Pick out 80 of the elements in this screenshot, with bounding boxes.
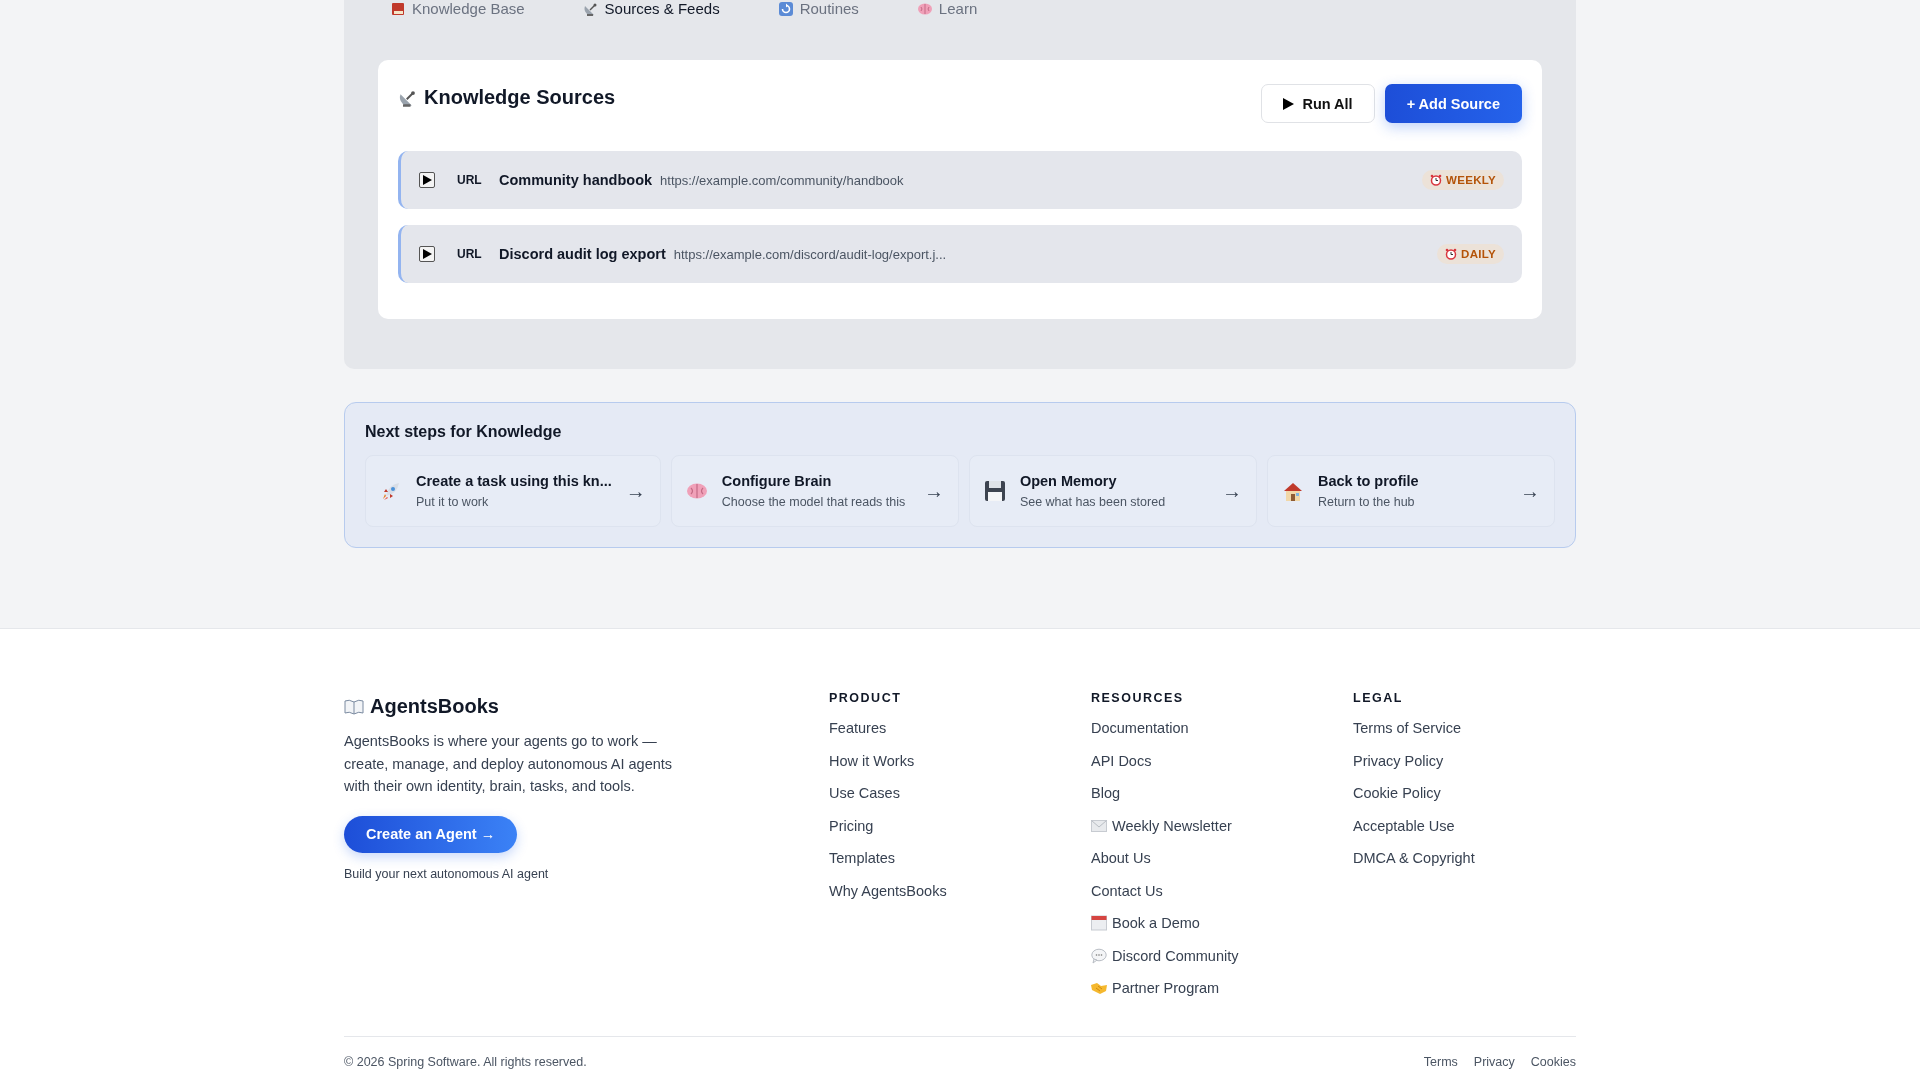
footer-link[interactable]: Cookie Policy [1353, 784, 1576, 803]
step-subtitle: Put it to work [416, 495, 490, 509]
step-title: Create a task using this kn... [416, 473, 612, 489]
footer-link[interactable]: Documentation [1091, 719, 1353, 738]
tab[interactable]: Knowledge Base [390, 0, 525, 18]
handshake-icon [1091, 981, 1107, 996]
footer-link[interactable]: Privacy Policy [1353, 751, 1576, 770]
source-type: URL [457, 173, 483, 187]
step-title: Configure Brain [721, 473, 833, 489]
satellite-dish-icon [582, 1, 599, 17]
run-all-button[interactable]: Run All [1261, 84, 1375, 123]
tab[interactable]: Learn [916, 0, 978, 18]
source-type: URL [457, 247, 483, 261]
source-name: Discord audit log export [499, 246, 666, 262]
add-source-button[interactable]: + Add Source [1384, 84, 1522, 123]
footer-link[interactable]: Pricing [829, 816, 1091, 835]
schedule-badge: DAILY [1437, 244, 1504, 264]
source-row[interactable]: URL Discord audit log export https://example.com/discord/audit-log/export.j... DAILY [398, 225, 1522, 283]
footer-link[interactable]: Partner Program [1091, 979, 1353, 998]
alarm-clock-icon [1445, 248, 1458, 260]
source-name: Community handbook [499, 172, 653, 188]
open-book-icon [344, 698, 364, 715]
arrow: → [923, 479, 944, 503]
footer-link[interactable]: Book a Demo [1091, 914, 1353, 933]
arrow: → [625, 479, 646, 503]
source-row[interactable]: URL Community handbook https://example.com/community/handbook WEEKLY [398, 151, 1522, 209]
play-button[interactable] [419, 246, 435, 262]
footer-link[interactable]: Features [829, 719, 1091, 738]
bottom-link[interactable]: Privacy [1473, 1054, 1515, 1069]
footer-link[interactable]: Use Cases [829, 784, 1091, 803]
column-heading: LEGAL [1353, 691, 1404, 705]
footer-link[interactable]: About Us [1091, 849, 1353, 868]
next-step-card[interactable]: Configure Brain Choose the model that reads this → [670, 455, 959, 527]
step-title: Back to profile [1317, 473, 1420, 489]
footer-link[interactable]: Why AgentsBooks [829, 881, 1091, 900]
next-step-card[interactable]: Open Memory See what has been stored → [968, 455, 1257, 527]
schedule-badge: WEEKLY [1422, 170, 1504, 190]
brand-description: AgentsBooks is where your agents go to work — create, manage, and deploy autonomous AI agents with their own identity, brain, tasks, and tools. [344, 732, 674, 796]
next-step-card[interactable]: Create a task using this kn... Put it to work → [365, 455, 661, 527]
bottom-link[interactable]: Cookies [1530, 1054, 1576, 1069]
alarm-clock-icon [1430, 174, 1443, 186]
source-url: https://example.com/discord/audit-log/export.j... [673, 246, 948, 262]
refresh-icon [777, 1, 794, 17]
step-subtitle: Choose the model that reads this [721, 495, 907, 509]
footer-link[interactable]: Acceptable Use [1353, 816, 1576, 835]
tab[interactable]: Routines [777, 0, 859, 18]
play-icon [1283, 97, 1295, 110]
card-title: Knowledge Sources [424, 86, 616, 109]
column-heading: RESOURCES [1091, 691, 1185, 705]
footer-link[interactable]: Discord Community [1091, 946, 1353, 965]
footer-link[interactable]: Contact Us [1091, 881, 1353, 900]
column-heading: PRODUCT [829, 691, 903, 705]
footer-link[interactable]: Terms of Service [1353, 719, 1576, 738]
footer-link[interactable]: Weekly Newsletter [1091, 816, 1353, 835]
envelope-icon [1091, 819, 1107, 832]
footer-link[interactable]: How it Works [829, 751, 1091, 770]
step-subtitle: Return to the hub [1317, 495, 1416, 509]
panel-title: Next steps for Knowledge [365, 423, 563, 441]
copyright: © 2026 Spring Software. All rights reserved. [344, 1054, 587, 1069]
next-step-card[interactable]: Back to profile Return to the hub → [1266, 455, 1555, 527]
footer-link[interactable]: Blog [1091, 784, 1353, 803]
brand-name: AgentsBooks [370, 695, 499, 718]
footer-link[interactable]: API Docs [1091, 751, 1353, 770]
play-button[interactable] [419, 172, 435, 188]
footer-link[interactable]: Templates [829, 849, 1091, 868]
cta-note: Build your next autonomous AI agent [344, 866, 550, 881]
create-agent-button[interactable]: Create an Agent → [344, 815, 518, 853]
calendar-icon [1091, 915, 1107, 932]
source-url: https://example.com/community/handbook [660, 172, 905, 188]
footer-link[interactable]: DMCA & Copyright [1353, 849, 1576, 868]
arrow: → [1520, 479, 1540, 503]
book-icon [390, 1, 406, 17]
arrow: → [1221, 479, 1242, 503]
speech-bubble-icon [1091, 947, 1107, 964]
bottom-link[interactable]: Terms [1423, 1054, 1458, 1069]
tab[interactable]: Sources & Feeds [582, 0, 720, 18]
rocket-icon [380, 480, 402, 502]
brain-icon [916, 1, 933, 17]
step-title: Open Memory [1019, 473, 1118, 489]
step-subtitle: See what has been stored [1019, 495, 1167, 509]
